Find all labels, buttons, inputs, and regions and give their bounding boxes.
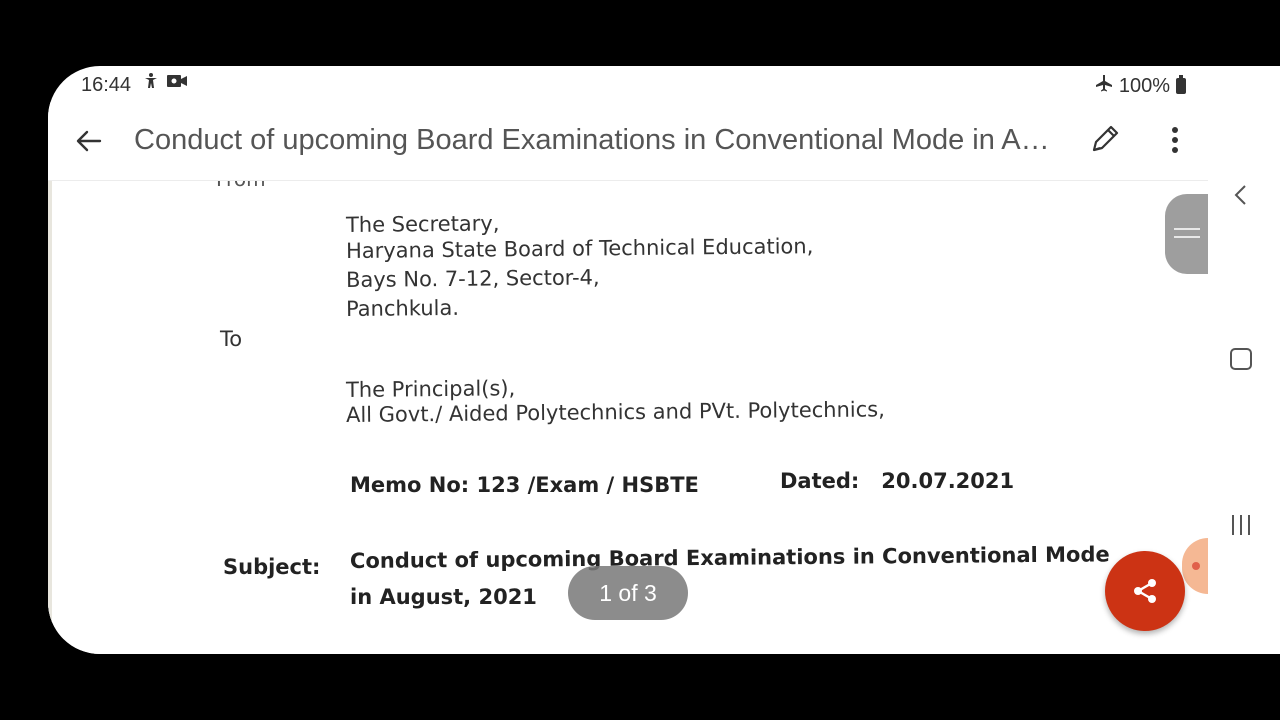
dated-label: Dated:: [780, 469, 860, 493]
dated: Dated: 20.07.2021: [780, 469, 1014, 493]
page-edge: [48, 181, 52, 654]
to-label: To: [220, 327, 243, 351]
from-line: Bays No. 7-12, Sector-4,: [345, 265, 600, 292]
chevron-left-icon[interactable]: [1228, 182, 1254, 208]
share-icon: [1134, 579, 1156, 603]
subject-label: Subject:: [223, 555, 321, 579]
document-title: Conduct of upcoming Board Examinations i…: [134, 124, 1064, 156]
airplane-mode-icon: [1095, 74, 1113, 98]
page-indicator: 1 of 3: [568, 566, 688, 620]
from-label: From: [216, 181, 266, 191]
fast-scroll-thumb[interactable]: [1165, 194, 1208, 274]
pencil-icon[interactable]: [1088, 122, 1122, 156]
battery-percent: 100%: [1118, 74, 1170, 97]
subject-line: in August, 2021: [350, 585, 537, 609]
grip-line: [1174, 228, 1200, 230]
accessibility-icon: [142, 72, 160, 95]
share-button[interactable]: [1105, 551, 1185, 631]
recents-icon[interactable]: [1228, 512, 1254, 538]
grip-line: [1174, 236, 1200, 238]
status-bar: 16:44 100%: [48, 66, 1208, 102]
to-line: All Govt./ Aided Polytechnics and PVt. P…: [345, 397, 885, 427]
arrow-left-icon[interactable]: [74, 126, 104, 156]
square-icon[interactable]: [1228, 346, 1254, 372]
phone-screen: 16:44 100% Conduct of upcoming Board Exa…: [48, 66, 1280, 654]
battery-icon: [1176, 75, 1186, 94]
video-camera-icon: [166, 72, 188, 95]
subject-line: Conduct of upcoming Board Examinations i…: [349, 542, 1110, 573]
status-time: 16:44: [81, 74, 132, 96]
system-navigation-bar: [1208, 66, 1280, 654]
floating-assistant-handle[interactable]: [1182, 538, 1208, 594]
from-line: Panchkula.: [345, 295, 460, 321]
dated-value: 20.07.2021: [881, 469, 1015, 493]
from-line: The Secretary,: [345, 211, 500, 237]
from-line: Haryana State Board of Technical Educati…: [345, 234, 814, 263]
app-bar: Conduct of upcoming Board Examinations i…: [48, 102, 1208, 181]
to-line: The Principal(s),: [345, 376, 516, 402]
status-right: 100%: [1095, 74, 1186, 98]
more-vert-icon[interactable]: [1160, 124, 1190, 156]
memo-number: Memo No: 123 /Exam / HSBTE: [350, 473, 699, 497]
